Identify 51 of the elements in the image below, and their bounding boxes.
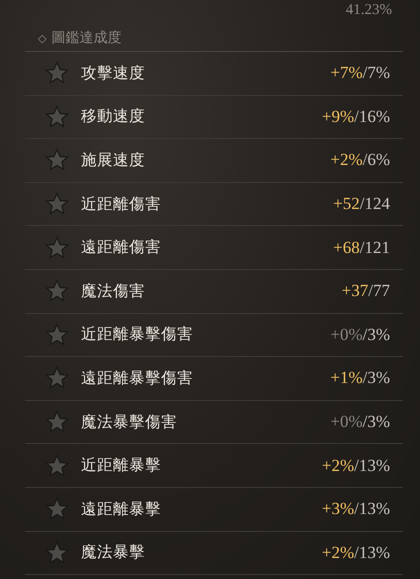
stat-max: /7% bbox=[362, 63, 390, 84]
stat-name: 魔法暴擊傷害 bbox=[81, 412, 178, 433]
stat-name: 施展速度 bbox=[81, 150, 146, 171]
stat-name: 魔法暴擊 bbox=[81, 542, 146, 564]
star-icon bbox=[45, 454, 69, 478]
stat-name: 近距離暴擊 bbox=[81, 455, 162, 476]
stat-max: /3% bbox=[362, 324, 390, 345]
star-icon bbox=[45, 61, 69, 86]
stat-bonus: +3% bbox=[322, 499, 354, 520]
stat-name: 魔法傷害 bbox=[81, 280, 146, 302]
stat-max: /124 bbox=[360, 194, 390, 214]
star-icon bbox=[45, 322, 69, 347]
star-icon bbox=[45, 366, 69, 390]
stat-max: /6% bbox=[362, 150, 390, 170]
stat-max: /3% bbox=[362, 368, 390, 388]
stat-name: 攻擊速度 bbox=[81, 62, 146, 84]
star-icon bbox=[45, 104, 69, 129]
stat-max: /3% bbox=[362, 412, 390, 432]
stat-name: 近距離暴擊傷害 bbox=[81, 324, 194, 346]
stat-max: /77 bbox=[368, 281, 390, 302]
stat-bonus: +7% bbox=[330, 63, 363, 84]
star-icon bbox=[45, 192, 69, 216]
diamond-bullet: ◇ bbox=[38, 32, 46, 44]
completion-percent: 41.23% bbox=[346, 2, 392, 20]
stat-max: /13% bbox=[354, 542, 390, 563]
stat-bonus: +1% bbox=[330, 368, 363, 388]
star-icon bbox=[45, 236, 69, 260]
star-icon bbox=[45, 148, 69, 172]
stat-bonus: +9% bbox=[322, 106, 354, 127]
stat-bonus: +2% bbox=[330, 150, 363, 170]
section-title: 圖鑑達成度 bbox=[51, 29, 122, 47]
stat-bonus: +0% bbox=[330, 324, 363, 345]
star-icon bbox=[45, 540, 69, 565]
stat-name: 移動速度 bbox=[81, 106, 146, 128]
stat-bonus: +68 bbox=[333, 238, 360, 258]
stat-max: /16% bbox=[354, 106, 390, 127]
stat-name: 近距離傷害 bbox=[81, 194, 162, 215]
stat-bonus: +52 bbox=[333, 194, 360, 214]
stat-bonus: +37 bbox=[342, 281, 368, 302]
stat-max: /121 bbox=[360, 238, 390, 258]
stat-bonus: +2% bbox=[322, 542, 354, 563]
star-icon bbox=[45, 279, 69, 304]
stat-max: /13% bbox=[354, 499, 390, 520]
stat-name: 遠距離暴擊 bbox=[81, 498, 162, 520]
stat-name: 遠距離傷害 bbox=[81, 237, 162, 258]
stat-bonus: +2% bbox=[322, 456, 354, 476]
stat-max: /13% bbox=[354, 456, 390, 476]
stat-name: 遠距離暴擊傷害 bbox=[81, 368, 194, 389]
stat-bonus: +0% bbox=[330, 412, 363, 432]
star-icon bbox=[45, 410, 69, 434]
star-icon bbox=[45, 497, 69, 522]
